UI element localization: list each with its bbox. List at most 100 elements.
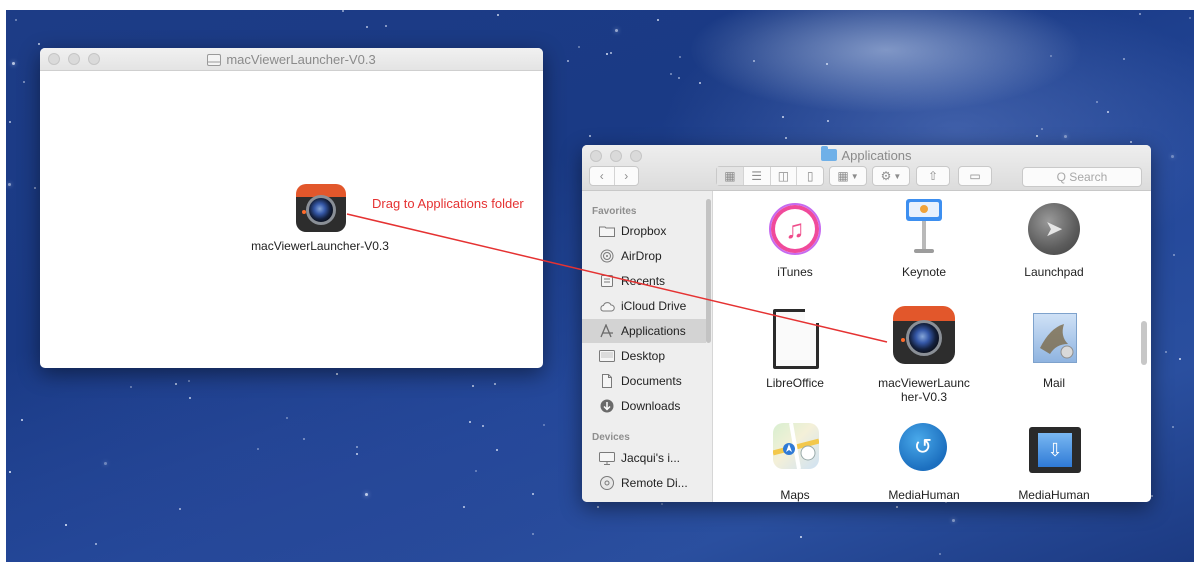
app-label-mediahuman-2: MediaHuman [1018,488,1090,502]
back-chevron-icon[interactable]: ‹ [590,167,615,185]
chevron-down-icon: ▼ [893,171,902,181]
star [578,46,580,48]
star [532,493,534,495]
cloud-icon [599,299,615,313]
star [1107,111,1109,113]
star [952,519,955,522]
star [1189,17,1191,19]
star [782,116,784,118]
mediahuman-icon[interactable]: ↺ [899,423,947,471]
sidebar-item-remote-disc[interactable]: Remote Di... [582,471,706,495]
arrange-button[interactable]: ▦ ▼ [829,166,867,186]
folder-icon [599,224,615,238]
finder-sidebar[interactable]: Favorites Dropbox AirDrop Recents iCloud… [582,191,713,502]
star [606,53,608,55]
sidebar-item-downloads[interactable]: Downloads [582,394,706,418]
app-label-keynote: Keynote [901,265,947,279]
star [1139,13,1141,15]
sidebar-item-desktop[interactable]: Desktop [582,344,706,368]
star [1130,141,1132,143]
tag-button[interactable]: ▭ [958,166,992,186]
back-forward-buttons[interactable]: ‹ › [589,166,639,186]
chevron-down-icon: ▼ [850,171,859,181]
star [699,82,701,84]
coverflow-view-icon[interactable]: ▯ [797,167,823,185]
drag-instruction-label: Drag to Applications folder [372,196,524,211]
action-button[interactable]: ⚙ ▼ [872,166,910,186]
star [385,25,387,27]
star [679,56,681,58]
star [365,493,368,496]
star [670,73,672,75]
finder-toolbar[interactable]: Applications ‹ › ▦ ☰ ◫ ▯ ▦ ▼ ⚙ ▼ ⇧ ▭ Q Sea… [582,145,1151,191]
star [567,60,569,62]
share-button[interactable]: ⇧ [916,166,950,186]
sidebar-item-documents[interactable]: Documents [582,369,706,393]
finder-content[interactable]: ♫ iTunes Keynote ➤ Launchpad LibreOffice… [713,191,1151,502]
star [1096,101,1098,103]
star [1123,58,1125,60]
list-view-icon[interactable]: ☰ [744,167,771,185]
star [1041,128,1043,130]
star [38,43,40,45]
gear-icon: ⚙ [880,169,892,183]
sidebar-item-recents[interactable]: Recents [582,269,706,293]
sidebar-scrollbar[interactable] [706,199,711,343]
app-label-launchpad: Launchpad [1024,265,1084,279]
app-label-mail: Mail [1042,376,1065,390]
disk-image-icon [207,54,222,69]
mail-icon[interactable] [1033,313,1077,363]
search-input[interactable]: Q Search [1022,167,1142,187]
star [95,543,97,545]
icon-view-icon[interactable]: ▦ [717,167,744,185]
star [189,397,191,399]
share-icon: ⇧ [927,169,939,183]
finder-window[interactable]: Applications ‹ › ▦ ☰ ◫ ▯ ▦ ▼ ⚙ ▼ ⇧ ▭ Q Sea… [582,145,1151,502]
content-scrollbar[interactable] [1141,321,1147,365]
star [496,449,498,451]
disc-icon [599,476,615,490]
star [130,386,132,388]
star [34,187,36,189]
macviewer-app-icon[interactable] [296,184,346,232]
libreoffice-icon[interactable] [773,309,819,369]
sidebar-item-dropbox[interactable]: Dropbox [582,219,706,243]
star [1165,351,1167,353]
sidebar-item-icloud-drive[interactable]: iCloud Drive [582,294,706,318]
mediahuman-video-icon[interactable]: ⇩ [1029,427,1081,473]
star [342,10,344,12]
forward-chevron-icon[interactable]: › [615,167,639,185]
sidebar-item-applications[interactable]: Applications [582,319,706,343]
dmg-titlebar[interactable]: macViewerLauncher-V0.3 [40,48,543,71]
star [1064,135,1067,138]
sidebar-item-computer[interactable]: Jacqui's i... [582,446,706,470]
maps-icon[interactable] [773,423,819,469]
star [494,383,496,385]
star [1151,495,1153,497]
star [1050,55,1052,57]
column-view-icon[interactable]: ◫ [771,167,798,185]
star [366,26,368,28]
camera-app-icon[interactable] [893,306,955,364]
star [8,183,11,186]
star [482,425,484,427]
launchpad-icon[interactable]: ➤ [1028,203,1080,255]
app-label-macviewer: macViewerLaunc her-V0.3 [878,376,970,404]
star [463,506,465,508]
view-mode-buttons[interactable]: ▦ ☰ ◫ ▯ [716,166,824,186]
sidebar-item-airdrop[interactable]: AirDrop [582,244,706,268]
star [678,77,680,79]
favorites-header: Favorites [592,206,637,217]
star [188,380,190,382]
star [661,503,663,505]
star [800,536,802,538]
star [657,19,659,21]
itunes-icon[interactable]: ♫ [769,203,821,255]
arrange-icon: ▦ [837,169,849,183]
keynote-icon[interactable] [904,197,944,255]
app-label-maps: Maps [780,488,810,502]
star [15,19,17,21]
star [1171,155,1174,158]
star [175,383,177,385]
tag-icon: ▭ [969,169,981,183]
